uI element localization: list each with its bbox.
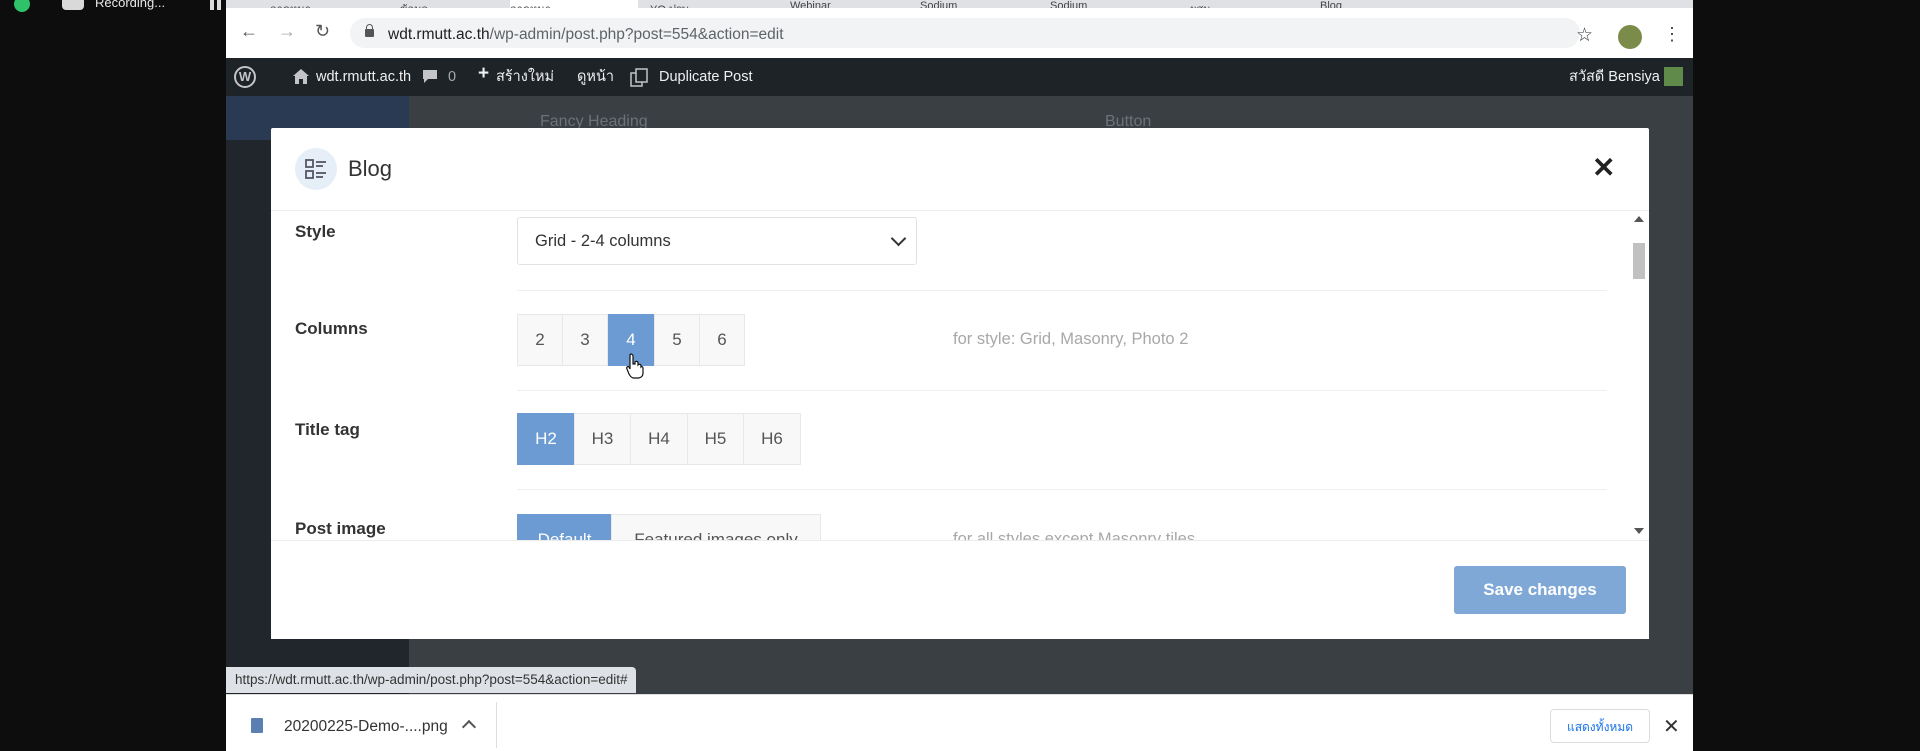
divider <box>496 702 497 748</box>
back-icon[interactable]: ← <box>240 22 258 40</box>
post-image-options: Default Featured images only <box>517 510 837 540</box>
site-name[interactable]: wdt.rmutt.ac.th <box>304 68 411 86</box>
browser-menu-icon[interactable]: ⋮ <box>1663 24 1681 45</box>
plus-icon[interactable]: + <box>478 64 489 83</box>
divider <box>517 489 1607 490</box>
post-image-option-featured[interactable]: Featured images only <box>611 514 821 540</box>
duplicate-post-link[interactable]: Duplicate Post <box>659 68 753 86</box>
columns-option-3[interactable]: 3 <box>562 314 608 366</box>
post-image-label: Post image <box>295 519 386 538</box>
title-tag-option-h6[interactable]: H6 <box>743 413 801 465</box>
close-icon[interactable]: ✕ <box>1663 714 1680 739</box>
browser-tab[interactable]: ลาดหนา <box>270 0 398 8</box>
scroll-up-icon[interactable] <box>1634 216 1644 222</box>
new-content-link[interactable]: สร้างใหม่ <box>496 68 554 86</box>
browser-tab[interactable]: ข้อมูล <box>400 0 528 8</box>
modal-title: Blog <box>348 156 393 181</box>
title-tag-label: Title tag <box>295 420 360 439</box>
columns-option-6[interactable]: 6 <box>699 314 745 366</box>
title-tag-option-h2[interactable]: H2 <box>517 413 575 465</box>
columns-option-2[interactable]: 2 <box>517 314 563 366</box>
save-changes-button[interactable]: Save changes <box>1454 566 1626 614</box>
scroll-down-icon[interactable] <box>1634 528 1644 534</box>
url-host: wdt.rmutt.ac.th <box>388 26 490 43</box>
bookmark-star-icon[interactable]: ☆ <box>1576 24 1593 47</box>
wordpress-logo-icon[interactable]: W <box>234 66 256 88</box>
title-tag-option-h5[interactable]: H5 <box>687 413 744 465</box>
title-tag-option-h4[interactable]: H4 <box>630 413 688 465</box>
modal-header <box>271 128 1649 211</box>
download-filename[interactable]: 20200225-Demo-....png <box>284 718 448 736</box>
post-image-hint-clip: for all styles except Masonry tiles <box>953 526 1253 540</box>
recording-icon <box>62 0 84 10</box>
comments-count[interactable]: 0 <box>448 68 456 86</box>
recording-label: Recording... <box>95 0 166 10</box>
duplicate-icon[interactable] <box>630 68 650 92</box>
reload-icon[interactable]: ↻ <box>315 22 330 40</box>
columns-label: Columns <box>295 319 368 338</box>
blog-list-icon <box>295 148 337 190</box>
post-image-hint: for all styles except Masonry tiles <box>953 530 1196 540</box>
lock-icon[interactable] <box>365 24 374 37</box>
show-all-button[interactable]: แสดงทั้งหมด <box>1550 709 1650 743</box>
site-name-text: wdt.rmutt.ac.th <box>316 69 412 85</box>
comments-icon[interactable] <box>422 68 438 89</box>
forward-icon[interactable]: → <box>278 22 296 40</box>
hand-cursor-icon <box>626 353 644 384</box>
browser-tab-active[interactable]: ลาดหนา <box>510 0 638 8</box>
pause-icon[interactable] <box>210 0 214 10</box>
url-path: /wp-admin/post.php?post=554&action=edit <box>489 26 784 43</box>
close-icon[interactable]: ✕ <box>1592 154 1615 182</box>
browser-tab[interactable]: Webinar <box>790 0 918 8</box>
view-page-link[interactable]: ดูหน้า <box>577 68 614 86</box>
modal-footer <box>271 540 1649 639</box>
style-select-value: Grid - 2-4 columns <box>535 232 671 250</box>
browser-tab[interactable]: Sodium <box>1050 0 1178 8</box>
user-greeting[interactable]: สวัสดี Bensiya <box>1569 68 1660 86</box>
profile-avatar[interactable] <box>1618 25 1642 49</box>
browser-tab[interactable]: ผสม <box>1190 0 1318 8</box>
divider <box>517 290 1607 291</box>
divider <box>517 390 1607 391</box>
columns-option-5[interactable]: 5 <box>654 314 700 366</box>
scrollbar-thumb[interactable] <box>1633 243 1645 279</box>
status-url: https://wdt.rmutt.ac.th/wp-admin/post.ph… <box>226 667 637 693</box>
url-text[interactable]: wdt.rmutt.ac.th/wp-admin/post.php?post=5… <box>388 26 784 44</box>
browser-tab[interactable]: YO ปรบ <box>650 0 778 8</box>
columns-hint: for style: Grid, Masonry, Photo 2 <box>953 330 1189 348</box>
wp-admin-bar: wdt.rmutt.ac.th 0 + สร้างใหม่ ดูหน้า Dup… <box>226 58 1693 96</box>
user-avatar[interactable] <box>1664 67 1683 86</box>
file-icon <box>251 718 263 733</box>
browser-tab[interactable]: Blog <box>1320 0 1448 8</box>
style-label: Style <box>295 222 336 241</box>
browser-tab[interactable]: Sodium <box>920 0 1048 8</box>
post-image-option-default[interactable]: Default <box>517 514 612 540</box>
title-tag-option-h3[interactable]: H3 <box>574 413 631 465</box>
